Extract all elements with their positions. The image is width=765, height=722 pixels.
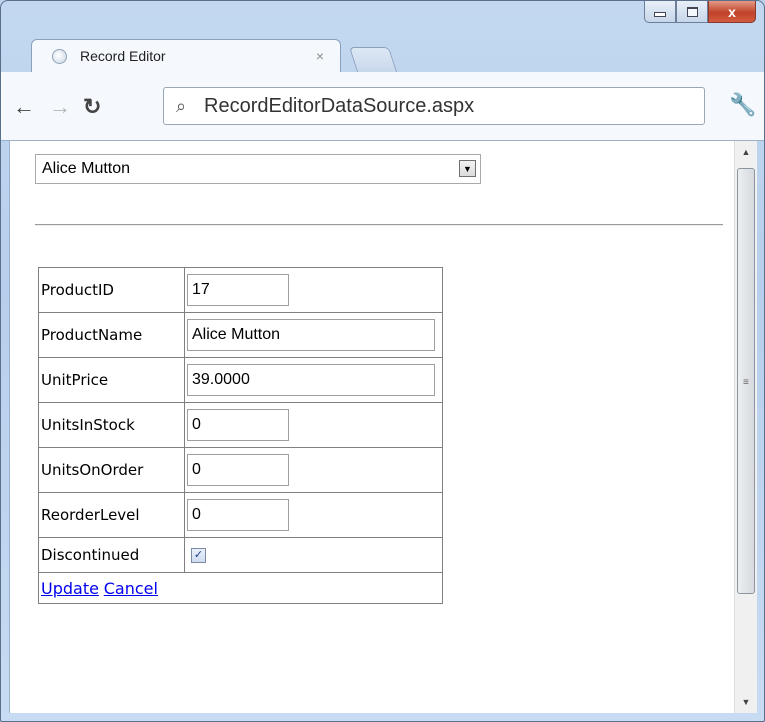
field-cell [184, 402, 443, 448]
unitsinstock-input[interactable] [187, 409, 289, 441]
field-label: ProductID [38, 267, 185, 313]
minimize-icon [654, 12, 666, 17]
back-arrow-icon[interactable]: ← [13, 96, 35, 118]
discontinued-checkbox[interactable]: ✓ [191, 548, 206, 563]
field-cell: ✓ [184, 537, 443, 573]
form-row: ProductID [38, 267, 443, 313]
dropdown-arrow-icon[interactable]: ▼ [459, 160, 476, 177]
form-row: UnitPrice [38, 357, 443, 403]
update-link[interactable]: Update [41, 579, 99, 598]
grip-icon: ≡ [743, 377, 749, 388]
tab-close-icon[interactable]: × [316, 48, 324, 64]
field-label: UnitPrice [38, 357, 185, 403]
field-label: ReorderLevel [38, 492, 185, 538]
browser-toolbar: ← → ↻ ⌕ RecordEditorDataSource.aspx 🔧 [1, 72, 764, 141]
unitsonorder-input[interactable] [187, 454, 289, 486]
reorderlevel-input[interactable] [187, 499, 289, 531]
wrench-icon[interactable]: 🔧 [729, 92, 756, 118]
maximize-icon [686, 6, 698, 17]
form-row: Discontinued ✓ [38, 537, 443, 573]
page-content: Alice Mutton ▼ ProductIDProductNameUnitP… [9, 141, 735, 713]
minimize-button[interactable] [644, 1, 676, 23]
form-row: UnitsInStock [38, 402, 443, 448]
productid-input[interactable] [187, 274, 289, 306]
tab-title: Record Editor [80, 48, 166, 64]
form-actions-row: Update Cancel [38, 572, 443, 604]
field-label: Discontinued [38, 537, 185, 573]
browser-window: x Record Editor × ← → ↻ ⌕ RecordEditorDa… [0, 0, 765, 722]
field-cell [184, 357, 443, 403]
field-cell [184, 267, 443, 313]
search-icon: ⌕ [176, 96, 187, 116]
scrollbar-thumb[interactable]: ≡ [737, 168, 755, 594]
field-label: UnitsInStock [38, 402, 185, 448]
field-label: ProductName [38, 312, 185, 358]
field-cell [184, 312, 443, 358]
record-dropdown-value: Alice Mutton [42, 160, 131, 177]
forward-arrow-icon[interactable]: → [49, 96, 71, 118]
window-controls: x [644, 1, 756, 25]
form-row: ReorderLevel [38, 492, 443, 538]
form-row: UnitsOnOrder [38, 447, 443, 493]
divider [35, 224, 723, 226]
record-form: ProductIDProductNameUnitPriceUnitsInStoc… [38, 267, 443, 604]
globe-icon [52, 49, 67, 64]
cancel-link[interactable]: Cancel [104, 579, 158, 598]
unitprice-input[interactable] [187, 364, 435, 396]
close-window-button[interactable]: x [708, 1, 756, 23]
field-label: UnitsOnOrder [38, 447, 185, 493]
productname-input[interactable] [187, 319, 435, 351]
reload-icon[interactable]: ↻ [83, 96, 101, 118]
new-tab-button[interactable] [348, 47, 398, 72]
actions-cell: Update Cancel [38, 572, 443, 604]
url-text: RecordEditorDataSource.aspx [204, 95, 475, 117]
field-cell [184, 447, 443, 493]
scroll-down-icon[interactable]: ▼ [735, 693, 757, 711]
address-bar[interactable]: ⌕ RecordEditorDataSource.aspx [163, 87, 705, 125]
field-cell [184, 492, 443, 538]
tab-record-editor[interactable]: Record Editor × [31, 39, 341, 72]
form-row: ProductName [38, 312, 443, 358]
maximize-button[interactable] [676, 1, 708, 23]
scroll-up-icon[interactable]: ▲ [735, 143, 757, 161]
vertical-scrollbar[interactable]: ▲ ≡ ▼ [734, 141, 757, 713]
record-dropdown[interactable]: Alice Mutton ▼ [35, 154, 481, 184]
